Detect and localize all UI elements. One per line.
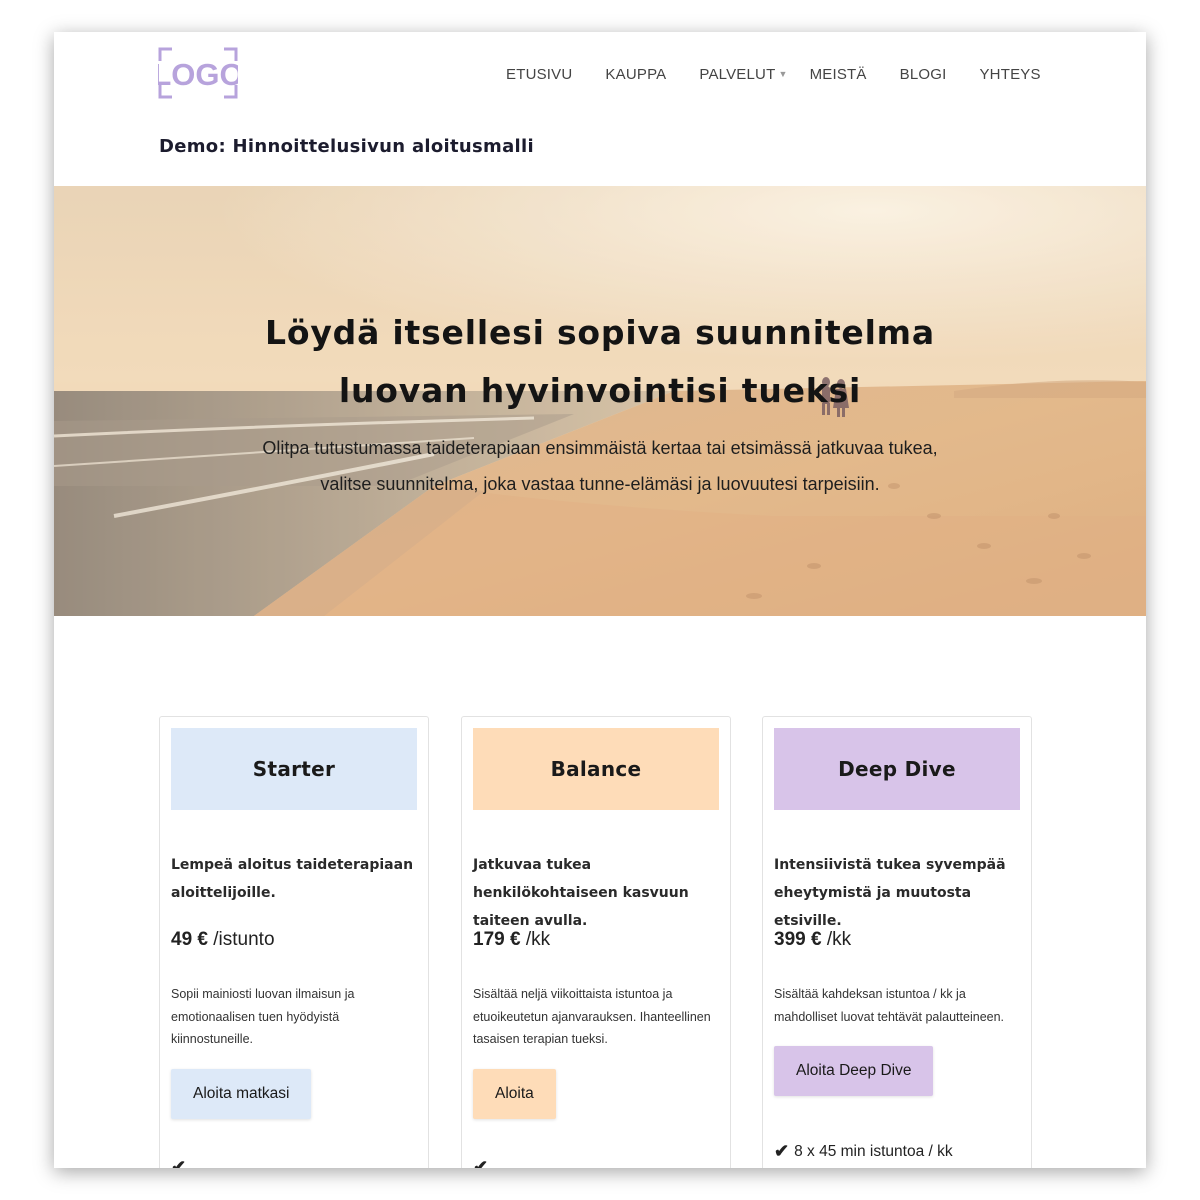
start-button[interactable]: Aloita (473, 1069, 556, 1119)
plan-feature: ✔ (171, 1157, 191, 1168)
plan-description: Jatkuvaa tukea henkilökohtaiseen kasvuun… (473, 857, 689, 929)
nav-item-palvelut[interactable]: PALVELUT ▼ (699, 66, 787, 83)
hero-title-line-2: luovan hyvinvointisi tueksi (338, 371, 862, 410)
plan-feature: ✔ 8 x 45 min istuntoa / kk (774, 1141, 953, 1162)
price-amount: 49 € (171, 929, 208, 950)
check-icon: ✔ (473, 1157, 489, 1168)
plan-card-balance: Balance Jatkuvaa tukea henkilökohtaiseen… (461, 716, 731, 1168)
main-nav: ETUSIVU KAUPPA PALVELUT ▼ MEISTÄ BLOGI Y… (504, 66, 1041, 83)
site-logo[interactable]: LOGO (158, 47, 238, 99)
nav-item-blogi[interactable]: BLOGI (900, 66, 947, 83)
price-unit: /istunto (213, 929, 275, 950)
nav-item-label: ETUSIVU (506, 66, 573, 83)
plan-card-starter: Starter Lempeä aloitus taideterapiaan al… (159, 716, 429, 1168)
hero-subtitle: Olitpa tutustumassa taideterapiaan ensim… (262, 438, 938, 494)
plan-description: Intensiivistä tukea syvempää eheytymistä… (774, 857, 1006, 929)
nav-item-label: YHTEYS (979, 66, 1041, 83)
hero-section: Löydä itsellesi sopiva suunnitelma luova… (54, 186, 1146, 616)
nav-item-label: KAUPPA (605, 66, 667, 83)
nav-item-label: MEISTÄ (809, 66, 867, 83)
plan-note: Sopii mainiosti luovan ilmaisun ja emoti… (171, 987, 355, 1046)
plan-feature: ✔ (473, 1157, 493, 1168)
plan-price: 49 € /istunto (171, 929, 275, 951)
logo-text: LOGO (158, 57, 238, 92)
page-container: LOGO ETUSIVU KAUPPA PALVELUT ▼ MEISTÄ BL… (54, 32, 1146, 1168)
plan-name: Deep Dive (774, 728, 1020, 810)
hero-title: Löydä itsellesi sopiva suunnitelma luova… (54, 304, 1146, 420)
chevron-down-icon: ▼ (778, 68, 788, 79)
plan-price: 179 € /kk (473, 929, 550, 951)
plan-note: Sisältää kahdeksan istuntoa / kk ja mahd… (774, 987, 1005, 1024)
price-amount: 179 € (473, 929, 521, 950)
plan-name: Balance (473, 728, 719, 810)
price-unit: /kk (525, 929, 551, 950)
plan-note: Sisältää neljä viikoittaista istuntoa ja… (473, 987, 711, 1046)
plan-feature-label: 8 x 45 min istuntoa / kk (794, 1142, 953, 1160)
check-icon: ✔ (171, 1157, 187, 1168)
price-unit: /kk (826, 929, 852, 950)
logo-icon: LOGO (158, 47, 238, 99)
nav-item-label: BLOGI (899, 66, 947, 83)
price-amount: 399 € (774, 929, 822, 950)
start-journey-button[interactable]: Aloita matkasi (171, 1069, 312, 1119)
nav-item-yhteys[interactable]: YHTEYS (979, 66, 1040, 83)
plan-description: Lempeä aloitus taideterapiaan aloittelij… (171, 857, 414, 901)
check-icon: ✔ (774, 1141, 790, 1161)
nav-item-etusivu[interactable]: ETUSIVU (506, 66, 572, 83)
hero-title-line-1: Löydä itsellesi sopiva suunnitelma (265, 313, 935, 352)
nav-item-kauppa[interactable]: KAUPPA (605, 66, 666, 83)
plan-price: 399 € /kk (774, 929, 851, 951)
nav-item-meista[interactable]: MEISTÄ (810, 66, 867, 83)
plan-card-deep-dive: Deep Dive Intensiivistä tukea syvempää e… (762, 716, 1032, 1168)
nav-item-label: PALVELUT (699, 66, 776, 83)
page-title: Demo: Hinnoittelusivun aloitusmalli (159, 136, 534, 157)
plan-name: Starter (171, 728, 417, 810)
start-deep-dive-button[interactable]: Aloita Deep Dive (774, 1046, 934, 1096)
site-header: LOGO ETUSIVU KAUPPA PALVELUT ▼ MEISTÄ BL… (54, 32, 1146, 186)
